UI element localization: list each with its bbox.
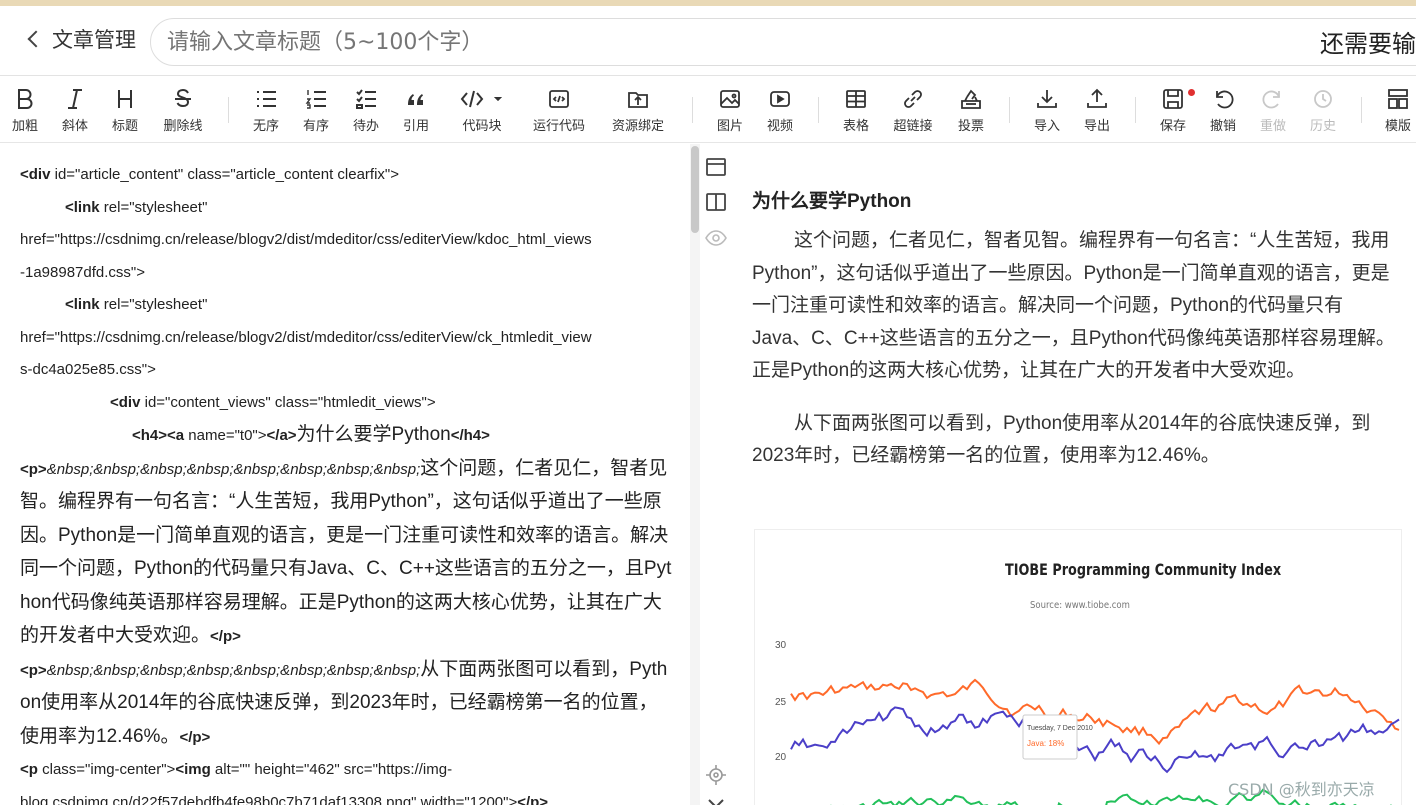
source-line: <link rel="stylesheet" (65, 198, 208, 216)
article-preview: 为什么要学Python 这个问题，仁者见仁，智者见智。编程界有一句名言：“人生苦… (752, 186, 1397, 493)
article-title-input[interactable] (150, 18, 1416, 66)
template-icon (1388, 89, 1408, 109)
todo-list-icon (356, 89, 376, 109)
toolbar-divider (1135, 97, 1136, 123)
toolbar-divider (818, 97, 819, 123)
strikethrough-icon (175, 88, 191, 108)
code-block-icon (460, 90, 502, 108)
link-icon (904, 90, 922, 108)
view-mode-sidebar (700, 144, 732, 805)
unordered-list-icon (257, 91, 276, 107)
tooltip-box (1022, 714, 1078, 760)
c-series-line (790, 706, 1400, 774)
source-line: blog.csdnimg.cn/d22f57debdfb4fe98b0c7b71… (20, 793, 549, 805)
source-line: <div id="article_content" class="article… (20, 166, 399, 183)
unordered-list-button[interactable]: 无序 (248, 85, 284, 134)
heading-icon (118, 90, 132, 108)
preview-paragraph: 从下面两张图可以看到，Python使用率从2014年的谷底快速反弹，到2023年… (752, 412, 1371, 467)
export-button[interactable]: 导出 (1079, 85, 1115, 134)
bold-button[interactable]: 加粗 (8, 85, 42, 134)
resource-bind-icon (628, 92, 648, 108)
y-tick-label: 30 (775, 640, 787, 651)
image-icon (720, 90, 740, 108)
source-line: s-dc4a025e85.css"> (20, 361, 156, 378)
resource-bind-button[interactable]: 资源绑定 (606, 85, 670, 134)
ordered-list-icon (305, 90, 326, 109)
undo-button[interactable]: 撤销 (1205, 85, 1241, 134)
save-button[interactable]: 保存 (1155, 85, 1195, 134)
source-code: <div id="article_content" class="article… (20, 159, 675, 805)
single-column-view-icon[interactable] (705, 156, 727, 178)
table-icon (846, 90, 866, 108)
save-icon (1163, 89, 1183, 109)
source-line: <p class="img-center"><img alt="" height… (20, 761, 453, 778)
editor-toolbar: 加粗 斜体 标题 删除线 无序 有序 待办 引用 代码块 运行代码 资源绑定 图… (0, 77, 1416, 143)
back-to-article-management[interactable]: 文章管理 (24, 24, 136, 54)
vote-button[interactable]: 投票 (953, 85, 989, 134)
table-button[interactable]: 表格 (838, 85, 874, 134)
java-series-line (790, 678, 1400, 746)
import-button[interactable]: 导入 (1029, 85, 1065, 134)
back-label: 文章管理 (52, 28, 136, 52)
italic-button[interactable]: 斜体 (58, 85, 92, 134)
split-view-icon[interactable] (705, 191, 727, 213)
video-button[interactable]: 视频 (762, 85, 798, 134)
redo-icon (1262, 90, 1280, 109)
preview-pane: 为什么要学Python 这个问题，仁者见仁，智者见智。编程界有一句名言：“人生苦… (732, 144, 1416, 805)
header: 文章管理 还需要输 (0, 6, 1416, 76)
preview-chart-image: TIOBE Programming Community Index Source… (754, 529, 1402, 805)
italic-icon (68, 89, 82, 109)
chevron-left-icon (27, 30, 45, 48)
preview-heading: 为什么要学Python (752, 191, 912, 212)
toolbar-divider (1361, 97, 1362, 123)
unsaved-indicator-dot (1188, 89, 1195, 96)
bold-icon (18, 89, 33, 109)
run-code-button[interactable]: 运行代码 (528, 85, 590, 134)
y-tick-label: 25 (775, 697, 787, 708)
source-line: -1a98987dfd.css"> (20, 263, 145, 281)
source-paragraph: <p>&nbsp;&nbsp;&nbsp;&nbsp;&nbsp;&nbsp;&… (20, 658, 668, 747)
vote-icon (961, 89, 981, 109)
y-tick-label: 20 (775, 752, 787, 763)
csdn-watermark: CSDN @秋到亦天凉 (1228, 780, 1375, 799)
todo-list-button[interactable]: 待办 (348, 85, 384, 134)
source-line: <h4><a name="t0"></a>为什么要学Python</h4> (132, 424, 490, 445)
tooltip-value: Java: 18% (1027, 739, 1064, 748)
chart-plot: 30 25 20 Tuesday, 7 Dec 2010 Java: 18% (775, 640, 1400, 805)
source-line: <div id="content_views" class="htmledit_… (110, 393, 436, 411)
code-block-button[interactable]: 代码块 (454, 85, 510, 134)
run-code-icon (549, 90, 569, 108)
editor-scrollbar-thumb[interactable] (691, 146, 699, 233)
quote-button[interactable]: 引用 (398, 85, 434, 134)
tooltip-date: Tuesday, 7 Dec 2010 (1027, 725, 1093, 732)
toolbar-divider (228, 97, 229, 123)
title-length-hint: 还需要输 (1320, 30, 1416, 58)
collapse-icon[interactable] (705, 796, 727, 805)
toolbar-divider (1009, 97, 1010, 123)
heading-button[interactable]: 标题 (108, 85, 142, 134)
quote-icon (408, 94, 423, 105)
editor-scrollbar[interactable] (690, 144, 700, 805)
ordered-list-button[interactable]: 有序 (298, 85, 334, 134)
history-icon (1314, 90, 1332, 108)
locate-crosshair-icon[interactable] (705, 764, 727, 786)
source-line: href="https://csdnimg.cn/release/blogv2/… (20, 231, 592, 248)
redo-button[interactable]: 重做 (1255, 85, 1291, 134)
import-icon (1037, 90, 1057, 108)
hyperlink-button[interactable]: 超链接 (888, 85, 938, 134)
template-button[interactable]: 模版 (1380, 85, 1416, 134)
image-button[interactable]: 图片 (712, 85, 748, 134)
preview-eye-icon[interactable] (705, 227, 727, 249)
html-source-editor[interactable]: <div id="article_content" class="article… (0, 144, 690, 805)
source-line: <link rel="stylesheet" (65, 296, 208, 313)
preview-paragraph: 这个问题，仁者见仁，智者见智。编程界有一句名言：“人生苦短，我用Python”，… (752, 230, 1395, 381)
source-paragraph: <p>&nbsp;&nbsp;&nbsp;&nbsp;&nbsp;&nbsp;&… (20, 457, 672, 647)
strikethrough-button[interactable]: 删除线 (158, 85, 208, 134)
source-line: href="https://csdnimg.cn/release/blogv2/… (20, 328, 592, 346)
video-icon (770, 91, 790, 107)
history-button[interactable]: 历史 (1305, 85, 1341, 134)
toolbar-divider (692, 97, 693, 123)
undo-icon (1216, 90, 1234, 109)
export-icon (1087, 88, 1107, 108)
